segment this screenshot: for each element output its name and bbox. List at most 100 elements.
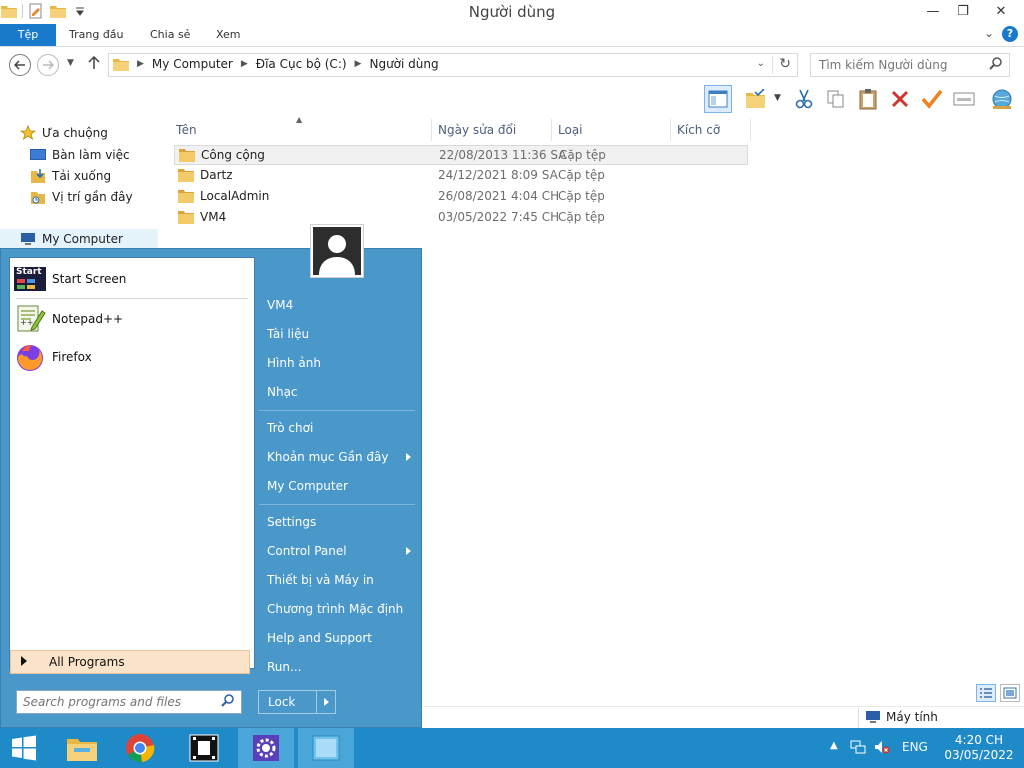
details-view-button[interactable] [976, 684, 996, 702]
chevron-right-icon[interactable]: ▶ [137, 59, 144, 69]
start-link-music[interactable]: Nhạc [267, 381, 415, 403]
gear-icon [253, 735, 279, 761]
tab-view[interactable]: Xem [216, 24, 241, 46]
cut-button[interactable] [790, 85, 818, 113]
folder-icon [178, 169, 194, 182]
file-row[interactable]: LocalAdmin 26/08/2021 4:04 CH Cặp tệp [174, 187, 748, 207]
column-header-type[interactable]: Loại [552, 119, 671, 141]
nav-favorites[interactable]: Ưa chuộng [20, 123, 108, 143]
expand-ribbon-icon[interactable]: ⌄ [984, 26, 994, 40]
rename-button[interactable] [918, 85, 946, 113]
start-link-recent-items[interactable]: Khoản mục Gần đây [267, 446, 415, 468]
search-icon[interactable] [989, 57, 1003, 74]
properties-button[interactable] [742, 85, 770, 113]
nav-item-desktop[interactable]: Bàn làm việc [30, 145, 130, 165]
start-link-control-panel[interactable]: Control Panel [267, 540, 415, 562]
taskbar: ▲ ENG 4:20 CH 03/05/2022 [0, 728, 1024, 768]
minimize-button[interactable]: — [918, 0, 948, 22]
search-input[interactable] [811, 54, 981, 76]
user-avatar[interactable] [310, 224, 364, 278]
all-programs-button[interactable]: All Programs [10, 650, 250, 674]
network-icon[interactable] [850, 739, 866, 758]
lock-options-button[interactable] [317, 691, 335, 713]
refresh-icon[interactable]: ↻ [779, 56, 791, 72]
column-header-date[interactable]: Ngày sửa đổi [432, 119, 552, 141]
start-link-games[interactable]: Trò chơi [267, 417, 415, 439]
chevron-right-icon[interactable]: ▶ [355, 59, 362, 69]
start-link-documents[interactable]: Tài liệu [267, 323, 415, 345]
breadcrumb: ▶ My Computer ▶ Đĩa Cục bộ (C:) ▶ Người … [113, 57, 439, 71]
start-link-user-folder[interactable]: VM4 [267, 294, 415, 316]
tab-share[interactable]: Chia sẻ [150, 24, 190, 46]
lock-label: Lock [259, 691, 317, 713]
file-row[interactable]: Công cộng 22/08/2013 11:36 SA Cặp tệp [174, 145, 748, 165]
show-hidden-icons-icon[interactable]: ▲ [830, 740, 838, 751]
file-type: Cặp tệp [558, 210, 605, 224]
large-icons-view-button[interactable] [1000, 684, 1020, 702]
start-link-settings[interactable]: Settings [267, 511, 415, 533]
delete-x-icon [891, 90, 909, 108]
program-notepad-plus-plus[interactable]: ++ Notepad++ [14, 302, 250, 336]
start-search-box [16, 690, 242, 714]
start-link-my-computer[interactable]: My Computer [267, 475, 415, 497]
properties-dropdown-icon[interactable]: ▼ [774, 93, 781, 103]
copy-button[interactable] [822, 85, 850, 113]
computer-icon [21, 233, 35, 245]
input-language[interactable]: ENG [902, 740, 928, 754]
start-search-input[interactable] [17, 691, 207, 713]
back-button[interactable] [9, 54, 31, 76]
delete-button[interactable] [886, 85, 914, 113]
clock[interactable]: 4:20 CH 03/05/2022 [944, 733, 1014, 763]
svg-text:++: ++ [20, 318, 33, 327]
details-view-icon [980, 688, 992, 698]
tab-home[interactable]: Trang đầu [69, 24, 124, 46]
recent-locations-icon[interactable]: ▼ [67, 58, 74, 68]
arrow-up-icon [88, 55, 100, 69]
program-start-screen[interactable]: Start Start Screen [14, 262, 250, 296]
start-link-pictures[interactable]: Hình ảnh [267, 352, 415, 374]
volume-muted-icon[interactable] [874, 739, 890, 758]
start-button[interactable] [0, 728, 48, 768]
paste-button[interactable] [854, 85, 882, 113]
taskbar-file-explorer[interactable] [54, 728, 110, 768]
file-row[interactable]: Dartz 24/12/2021 8:09 SA Cặp tệp [174, 166, 748, 186]
file-row[interactable]: VM4 03/05/2022 7:45 CH Cặp tệp [174, 208, 748, 228]
start-link-devices-printers[interactable]: Thiết bị và Máy in [267, 569, 415, 591]
help-button[interactable]: ? [1002, 26, 1018, 42]
address-dropdown-icon[interactable]: ⌄ [757, 58, 765, 69]
breadcrumb-my-computer[interactable]: My Computer [152, 57, 233, 71]
taskbar-chrome[interactable] [112, 728, 168, 768]
column-header-name[interactable]: Tên [170, 119, 432, 141]
close-button[interactable]: ✕ [978, 0, 1024, 22]
start-link-default-programs[interactable]: Chương trình Mặc định [267, 598, 415, 620]
window-icon [312, 735, 340, 761]
preview-pane-button[interactable] [704, 85, 732, 113]
chrome-icon [126, 734, 155, 763]
tab-file[interactable]: Tệp [0, 24, 56, 46]
nav-item-recent[interactable]: Vị trí gần đây [30, 187, 133, 207]
taskbar-settings[interactable] [238, 728, 294, 768]
new-item-button[interactable] [950, 85, 978, 113]
nav-item-my-computer[interactable]: My Computer [0, 229, 158, 249]
start-link-help-support[interactable]: Help and Support [267, 627, 415, 649]
search-icon[interactable] [221, 694, 235, 711]
network-button[interactable] [988, 85, 1016, 113]
nav-item-downloads[interactable]: Tải xuống [30, 166, 111, 186]
navigation-pane: Ưa chuộng Bàn làm việc Tải xuống Vị trí … [0, 115, 160, 250]
lock-button[interactable]: Lock [258, 690, 336, 714]
program-firefox[interactable]: Firefox [14, 340, 250, 374]
maximize-button[interactable]: ❐ [948, 0, 978, 22]
taskbar-media-player[interactable] [176, 728, 232, 768]
start-link-run[interactable]: Run... [267, 656, 415, 678]
up-button[interactable] [88, 55, 100, 73]
breadcrumb-local-disk[interactable]: Đĩa Cục bộ (C:) [256, 57, 347, 71]
chevron-right-icon[interactable]: ▶ [241, 59, 248, 69]
breadcrumb-users[interactable]: Người dùng [369, 57, 438, 71]
ribbon-tabs: Tệp Trang đầu Chia sẻ Xem ⌄ ? [0, 24, 1024, 47]
title-bar: Người dùng — ❐ ✕ [0, 0, 1024, 24]
taskbar-explorer-window[interactable] [298, 728, 354, 768]
forward-button[interactable] [37, 54, 59, 76]
column-header-size[interactable]: Kích cỡ [671, 119, 751, 141]
arrow-right-icon [43, 60, 54, 70]
address-bar[interactable]: ▶ My Computer ▶ Đĩa Cục bộ (C:) ▶ Người … [108, 53, 798, 77]
